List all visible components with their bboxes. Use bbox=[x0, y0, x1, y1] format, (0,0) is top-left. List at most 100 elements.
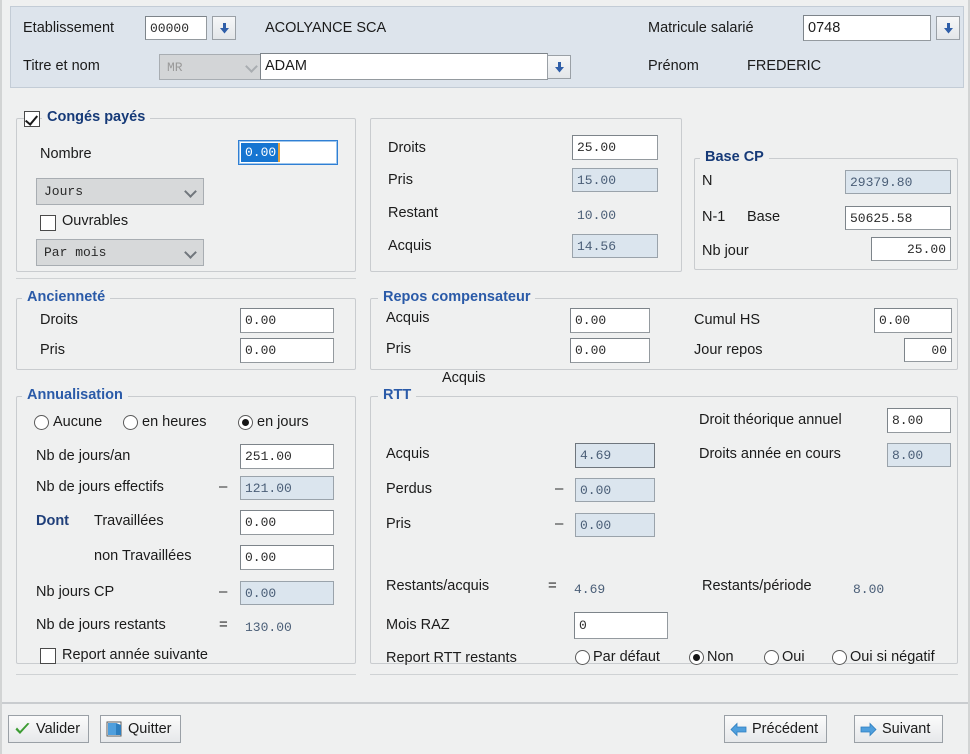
chevron-down-icon bbox=[184, 184, 197, 198]
radio-report-rtt-non[interactable] bbox=[689, 650, 704, 665]
repos-legend: Repos compensateur bbox=[378, 289, 536, 305]
anciennete-pris-input[interactable]: 0.00 bbox=[240, 338, 334, 363]
anciennete-droits-input[interactable]: 0.00 bbox=[240, 308, 334, 333]
matricule-input[interactable]: 0748 bbox=[803, 15, 931, 41]
travaillees-input[interactable]: 0.00 bbox=[240, 510, 334, 535]
droits-label: Droits bbox=[388, 140, 426, 156]
rtt-perdus-label: Perdus bbox=[386, 481, 432, 497]
repos-pris-label: Pris bbox=[386, 341, 411, 357]
radio-oui-si-negatif-label: Oui si négatif bbox=[850, 649, 935, 665]
arrow-down-icon bbox=[219, 22, 229, 33]
radio-report-rtt-oui-si-negatif[interactable] bbox=[832, 650, 847, 665]
conges-payes-checkbox[interactable] bbox=[24, 111, 40, 127]
radio-par-defaut-label: Par défaut bbox=[593, 649, 660, 665]
cumul-hs-label: Cumul HS bbox=[694, 312, 761, 328]
nb-jours-restants-operator: = bbox=[219, 616, 228, 633]
exit-door-icon bbox=[106, 721, 123, 737]
prenom-label: Prénom bbox=[648, 58, 699, 74]
nb-jours-an-label: Nb de jours/an bbox=[36, 448, 131, 464]
conges-payes-legend: Congés payés bbox=[42, 109, 151, 125]
radio-jours-label: en jours bbox=[257, 414, 309, 430]
nb-jours-restants-value: 130.00 bbox=[245, 620, 292, 635]
mois-raz-input[interactable]: 0 bbox=[574, 612, 668, 639]
unit-select-value: Jours bbox=[44, 184, 84, 199]
nb-jours-an-input[interactable]: 251.00 bbox=[240, 444, 334, 469]
repos-acquis-label: Acquis bbox=[386, 310, 430, 326]
etablissement-input[interactable]: 00000 bbox=[145, 16, 207, 40]
bottom-toolbar: Valider Quitter Précédent Suivant bbox=[2, 702, 968, 754]
valider-button[interactable]: Valider bbox=[8, 715, 90, 743]
jour-repos-input[interactable]: 00 bbox=[904, 338, 952, 362]
radio-oui-label: Oui bbox=[782, 649, 805, 665]
droit-theorique-annuel-input[interactable]: 8.00 bbox=[887, 408, 951, 433]
radio-report-rtt-oui[interactable] bbox=[764, 650, 779, 665]
cumul-hs-input[interactable]: 0.00 bbox=[874, 308, 952, 333]
nombre-input[interactable]: 0.00 bbox=[238, 140, 338, 165]
report-annee-suivante-checkbox[interactable] bbox=[40, 648, 56, 664]
quitter-button[interactable]: Quitter bbox=[100, 715, 181, 743]
mois-raz-label: Mois RAZ bbox=[386, 617, 450, 633]
rtt-acquis-value: 4.69 bbox=[575, 443, 655, 468]
radio-non-label: Non bbox=[707, 649, 734, 665]
report-rtt-restants-label: Report RTT restants bbox=[386, 650, 517, 666]
nom-dropdown-button[interactable] bbox=[547, 55, 571, 79]
rtt-pris-value: 0.00 bbox=[575, 513, 655, 537]
restants-periode-label: Restants/période bbox=[702, 578, 812, 594]
precedent-button[interactable]: Précédent bbox=[724, 715, 828, 743]
ouvrables-checkbox[interactable] bbox=[40, 215, 56, 231]
nom-input[interactable]: ADAM bbox=[260, 53, 548, 80]
chevron-down-icon bbox=[245, 60, 258, 73]
arrow-down-icon bbox=[943, 22, 953, 33]
base-n1-label: N-1 bbox=[702, 209, 726, 225]
rtt-acquis-label: Acquis bbox=[386, 446, 430, 462]
nb-jour-input[interactable]: 25.00 bbox=[871, 237, 951, 261]
droits-input[interactable]: 25.00 bbox=[572, 135, 658, 160]
base-n-label: N bbox=[702, 173, 713, 189]
period-select-value: Par mois bbox=[44, 245, 107, 260]
anciennete-pris-label: Pris bbox=[40, 342, 65, 358]
nb-jours-effectifs-operator: – bbox=[219, 478, 228, 495]
rtt-floating-acquis-label: Acquis bbox=[442, 370, 486, 386]
nb-jours-restants-label: Nb de jours restants bbox=[36, 617, 166, 633]
droits-annee-en-cours-label: Droits année en cours bbox=[699, 446, 841, 462]
arrow-right-icon bbox=[860, 722, 877, 737]
titre-select[interactable]: MR bbox=[159, 54, 265, 80]
etablissement-dropdown-button[interactable] bbox=[212, 16, 236, 40]
anciennete-droits-label: Droits bbox=[40, 312, 78, 328]
radio-annualisation-jours[interactable] bbox=[238, 415, 253, 430]
valider-label: Valider bbox=[36, 721, 81, 737]
matricule-label: Matricule salarié bbox=[648, 20, 754, 36]
droits-annee-en-cours-value: 8.00 bbox=[887, 443, 951, 467]
radio-annualisation-heures[interactable] bbox=[123, 415, 138, 430]
non-travaillees-input[interactable]: 0.00 bbox=[240, 545, 334, 570]
radio-annualisation-aucune[interactable] bbox=[34, 415, 49, 430]
repos-acquis-input[interactable]: 0.00 bbox=[570, 308, 650, 333]
chevron-down-icon bbox=[184, 245, 197, 259]
base-label: Base bbox=[747, 209, 781, 225]
base-n1-input[interactable]: 50625.58 bbox=[845, 206, 951, 230]
restants-acquis-value: 4.69 bbox=[574, 582, 606, 597]
pris-label: Pris bbox=[388, 172, 413, 188]
nb-jour-label: Nb jour bbox=[702, 243, 749, 259]
suivant-button[interactable]: Suivant bbox=[854, 715, 944, 743]
period-select[interactable]: Par mois bbox=[36, 239, 204, 266]
divider-right bbox=[370, 674, 958, 675]
divider bbox=[16, 278, 356, 279]
acquis-value: 14.56 bbox=[572, 234, 658, 258]
repos-compensateur-group bbox=[370, 298, 958, 370]
nombre-label: Nombre bbox=[40, 146, 92, 162]
divider-left bbox=[16, 674, 356, 675]
conges-payes-window: Etablissement 00000 ACOLYANCE SCA Titre … bbox=[0, 0, 970, 754]
employee-header-panel: Etablissement 00000 ACOLYANCE SCA Titre … bbox=[10, 6, 964, 88]
repos-pris-input[interactable]: 0.00 bbox=[570, 338, 650, 363]
radio-heures-label: en heures bbox=[142, 414, 207, 430]
rtt-pris-label: Pris bbox=[386, 516, 411, 532]
nb-jours-effectifs-label: Nb de jours effectifs bbox=[36, 479, 164, 495]
titre-value: MR bbox=[167, 59, 183, 75]
matricule-dropdown-button[interactable] bbox=[936, 16, 960, 40]
base-n-value: 29379.80 bbox=[845, 170, 951, 194]
unit-select[interactable]: Jours bbox=[36, 178, 204, 205]
precedent-label: Précédent bbox=[752, 721, 819, 737]
arrow-down-icon bbox=[554, 61, 564, 72]
radio-report-rtt-par-defaut[interactable] bbox=[575, 650, 590, 665]
